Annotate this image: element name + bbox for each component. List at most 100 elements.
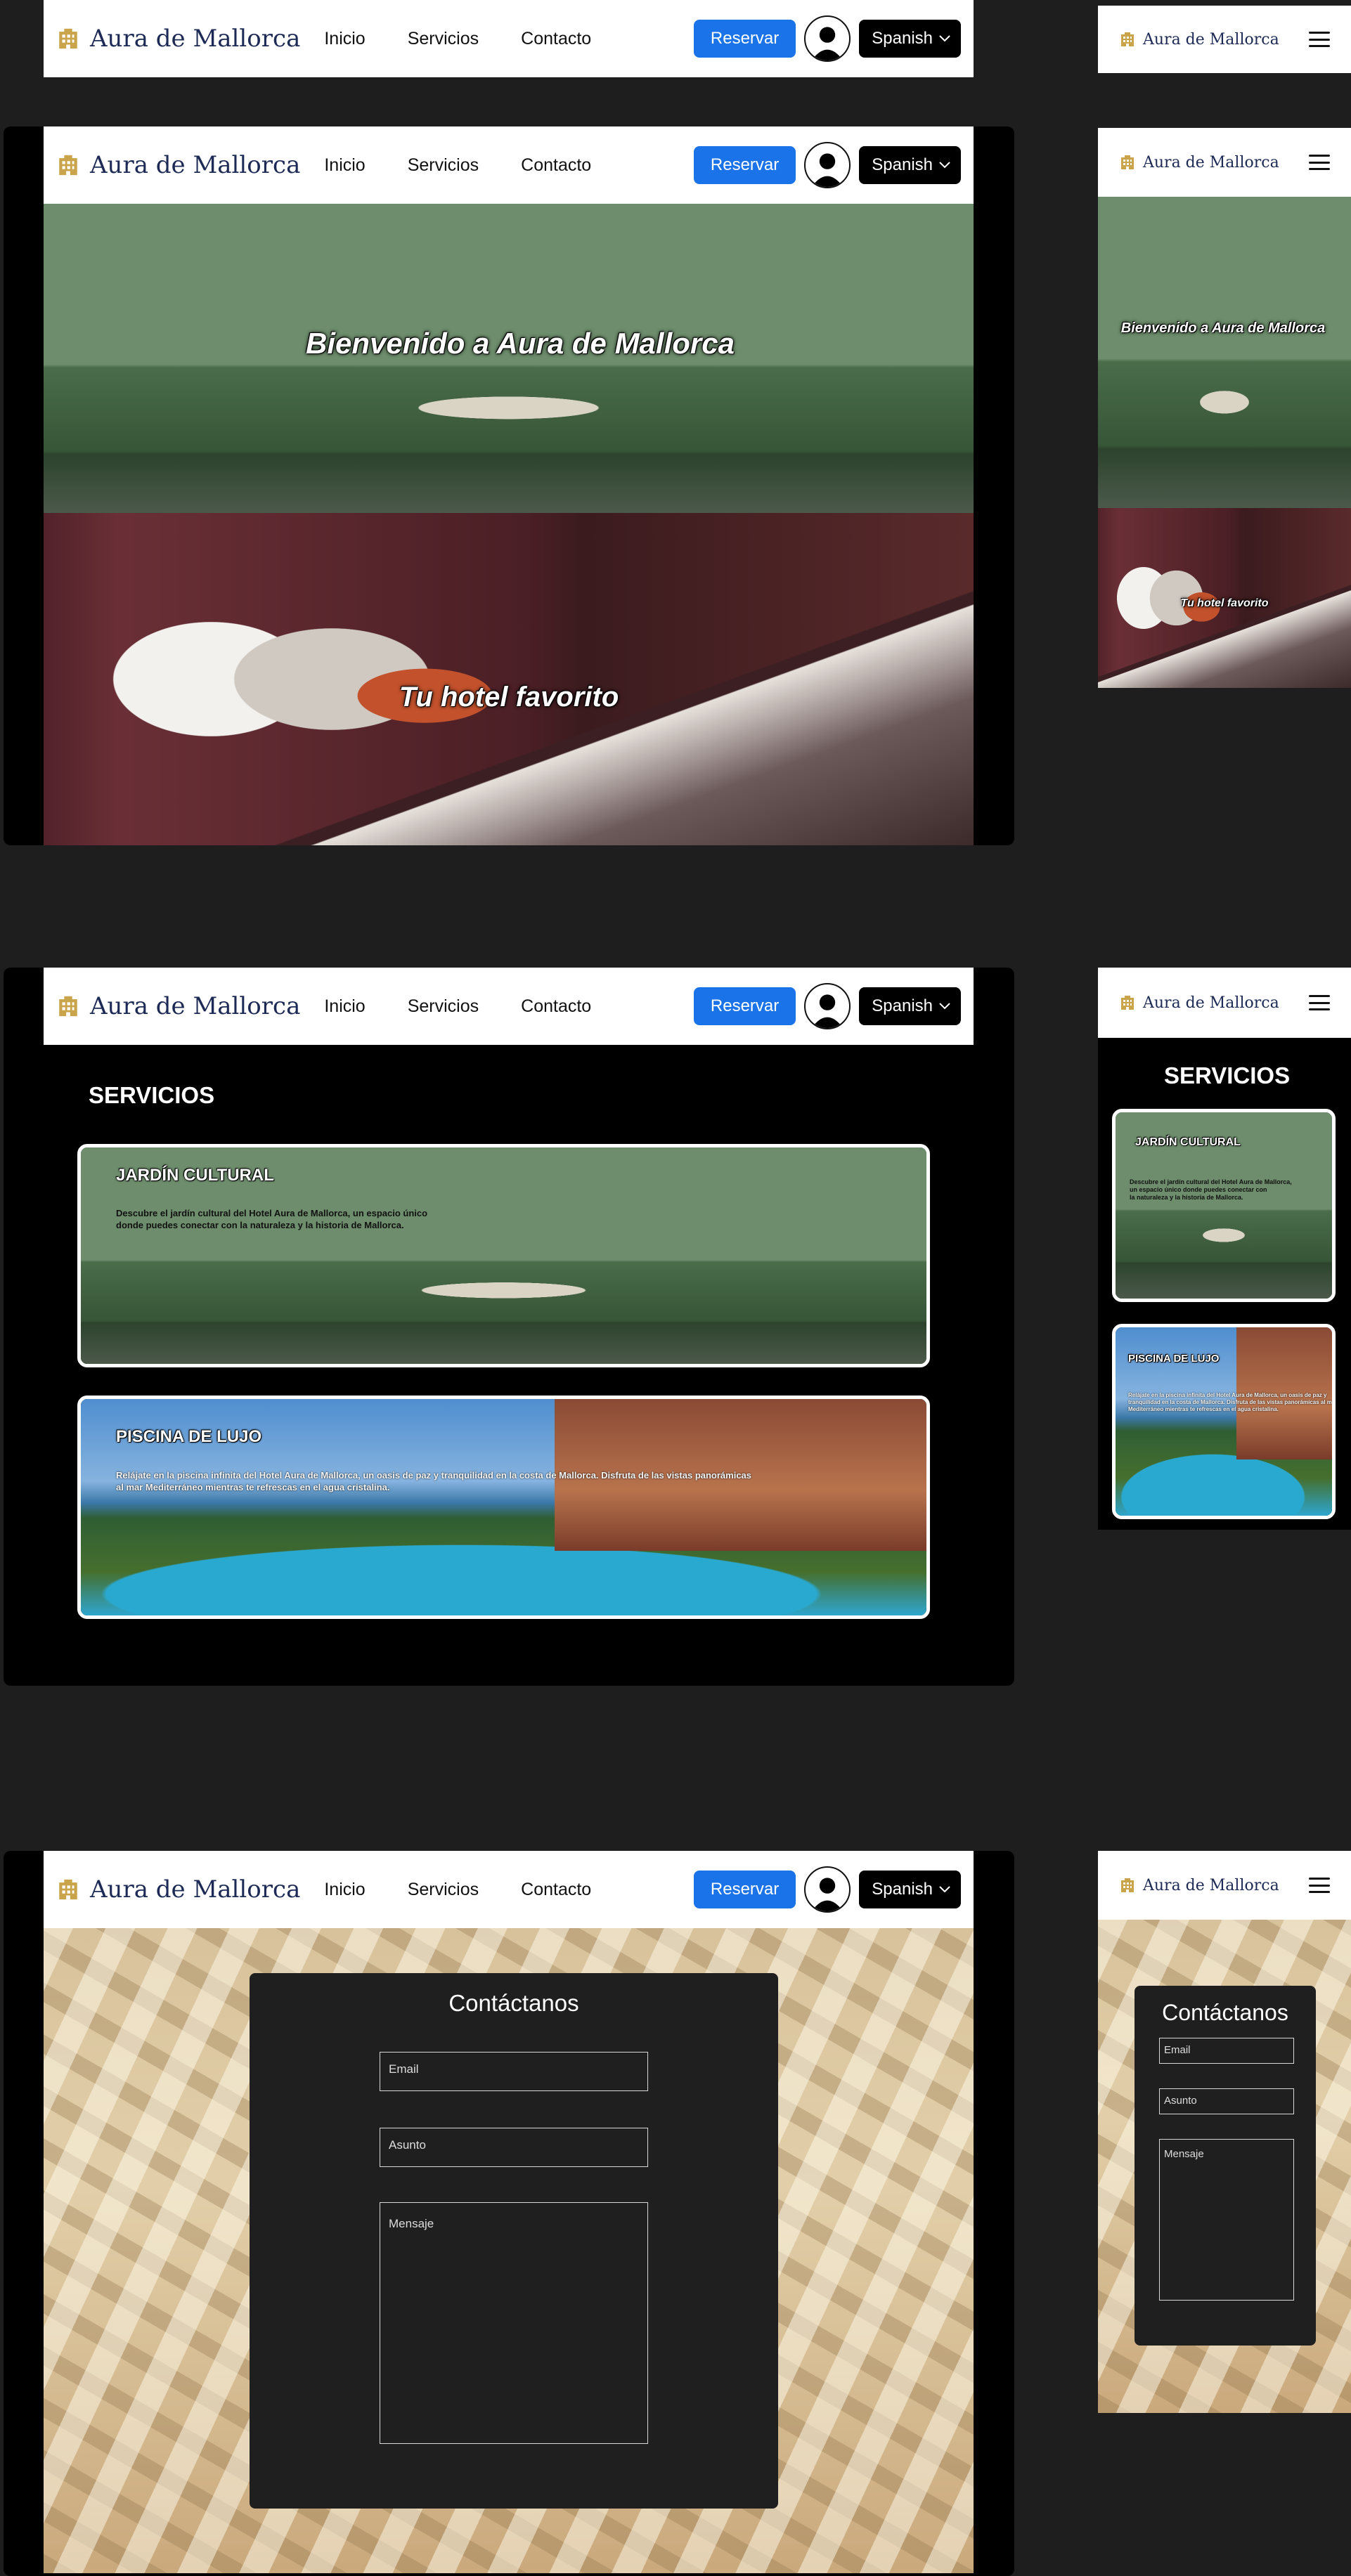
language-select[interactable]: Spanish bbox=[859, 987, 961, 1025]
nav-link-contacto[interactable]: Contacto bbox=[521, 1880, 591, 1900]
language-select[interactable]: Spanish bbox=[859, 146, 961, 184]
nav-links: Inicio Servicios Contacto bbox=[324, 1880, 633, 1900]
reservar-button[interactable]: Reservar bbox=[693, 1871, 796, 1908]
mobile-contact-form-panel: Contáctanos Email Asunto Mensaje bbox=[1135, 1986, 1316, 2346]
mobile-contact-title: Contáctanos bbox=[1162, 2000, 1288, 2025]
language-label: Spanish bbox=[872, 1880, 933, 1899]
hotel-logo-icon bbox=[59, 155, 77, 176]
nav-link-inicio[interactable]: Inicio bbox=[324, 29, 365, 49]
brand-logo-mobile[interactable]: Aura de Mallorca bbox=[1119, 1877, 1279, 1894]
nav-link-contacto[interactable]: Contacto bbox=[521, 155, 591, 176]
nav-link-inicio[interactable]: Inicio bbox=[324, 155, 365, 176]
nav-link-servicios[interactable]: Servicios bbox=[408, 996, 479, 1017]
nav-link-inicio[interactable]: Inicio bbox=[324, 1880, 365, 1900]
hero-tagline-text: Tu hotel favorito bbox=[399, 682, 619, 713]
nav-link-inicio[interactable]: Inicio bbox=[324, 996, 365, 1017]
mobile-hero-welcome-text: Bienvenido a Aura de Mallorca bbox=[1120, 320, 1326, 336]
email-placeholder: Email bbox=[389, 2062, 419, 2076]
nav-link-servicios[interactable]: Servicios bbox=[408, 1880, 479, 1900]
brand-logo[interactable]: Aura de Mallorca bbox=[56, 25, 300, 53]
mobile-service-garden-title: JARDÍN CULTURAL bbox=[1135, 1136, 1241, 1148]
hero-welcome-text: Bienvenido a Aura de Mallorca bbox=[306, 327, 735, 360]
brand-name: Aura de Mallorca bbox=[1143, 994, 1279, 1012]
mobile-service-card-garden[interactable]: JARDÍN CULTURAL Descubre el jardín cultu… bbox=[1112, 1109, 1336, 1302]
user-avatar-icon[interactable] bbox=[804, 983, 851, 1029]
service-pool-title: PISCINA DE LUJO bbox=[116, 1427, 262, 1446]
brand-name: Aura de Mallorca bbox=[1143, 1876, 1279, 1894]
brand-name: Aura de Mallorca bbox=[90, 25, 301, 53]
hamburger-menu-icon[interactable] bbox=[1309, 32, 1330, 47]
language-label: Spanish bbox=[872, 155, 933, 174]
mobile-hero-tagline-text: Tu hotel favorito bbox=[1180, 597, 1269, 609]
hotel-logo-icon bbox=[1121, 996, 1134, 1010]
mobile-subject-placeholder: Asunto bbox=[1164, 2095, 1197, 2107]
brand-logo[interactable]: Aura de Mallorca bbox=[56, 151, 300, 179]
nav-links: Inicio Servicios Contacto bbox=[324, 155, 633, 176]
language-select[interactable]: Spanish bbox=[859, 1871, 961, 1908]
mobile-nav-hero: Aura de Mallorca bbox=[1098, 128, 1351, 197]
service-card-pool[interactable]: PISCINA DE LUJO Relájate en la piscina i… bbox=[77, 1396, 930, 1619]
hamburger-menu-icon[interactable] bbox=[1309, 155, 1330, 170]
service-garden-title: JARDÍN CULTURAL bbox=[116, 1166, 274, 1185]
language-label: Spanish bbox=[872, 29, 933, 48]
chevron-down-icon bbox=[939, 1886, 950, 1893]
mobile-subject-field[interactable]: Asunto bbox=[1159, 2088, 1294, 2114]
contact-title: Contáctanos bbox=[448, 1990, 579, 2016]
contact-form-panel: Contáctanos Email Asunto Mensaje bbox=[250, 1973, 778, 2509]
hotel-logo-icon bbox=[59, 28, 77, 49]
nav-link-contacto[interactable]: Contacto bbox=[521, 29, 591, 49]
desktop-nav-top: Aura de Mallorca Inicio Servicios Contac… bbox=[44, 0, 974, 77]
mobile-services-title: SERVICIOS bbox=[1164, 1062, 1291, 1088]
brand-logo-mobile[interactable]: Aura de Mallorca bbox=[1119, 31, 1279, 48]
reservar-button[interactable]: Reservar bbox=[693, 146, 796, 184]
chevron-down-icon bbox=[939, 162, 950, 169]
hotel-logo-icon bbox=[1121, 1878, 1134, 1892]
reservar-button[interactable]: Reservar bbox=[693, 987, 796, 1025]
brand-name: Aura de Mallorca bbox=[90, 1875, 301, 1904]
hotel-logo-icon bbox=[59, 1879, 77, 1900]
brand-name: Aura de Mallorca bbox=[90, 992, 301, 1020]
mobile-email-field[interactable]: Email bbox=[1159, 2038, 1294, 2064]
nav-link-servicios[interactable]: Servicios bbox=[408, 29, 479, 49]
mobile-nav-services: Aura de Mallorca bbox=[1098, 968, 1351, 1038]
subject-placeholder: Asunto bbox=[389, 2138, 426, 2152]
nav-links: Inicio Servicios Contacto bbox=[324, 29, 633, 49]
reservar-button[interactable]: Reservar bbox=[693, 20, 796, 58]
mobile-service-pool-desc-1: Relájate en la piscina infinita del Hote… bbox=[1128, 1392, 1327, 1398]
user-avatar-icon[interactable] bbox=[804, 142, 851, 188]
chevron-down-icon bbox=[939, 1003, 950, 1010]
brand-logo-mobile[interactable]: Aura de Mallorca bbox=[1119, 154, 1279, 171]
service-pool-desc-2: al mar Mediterráneo mientras te refresca… bbox=[116, 1482, 390, 1492]
user-avatar-icon[interactable] bbox=[804, 15, 851, 62]
nav-link-contacto[interactable]: Contacto bbox=[521, 996, 591, 1017]
mobile-nav-contact: Aura de Mallorca bbox=[1098, 1851, 1351, 1920]
mobile-service-garden-desc-1: Descubre el jardín cultural del Hotel Au… bbox=[1130, 1178, 1292, 1185]
language-label: Spanish bbox=[872, 996, 933, 1015]
services-title: SERVICIOS bbox=[89, 1082, 215, 1108]
mobile-service-pool-title: PISCINA DE LUJO bbox=[1128, 1353, 1220, 1365]
hamburger-menu-icon[interactable] bbox=[1309, 995, 1330, 1010]
user-avatar-icon[interactable] bbox=[804, 1866, 851, 1913]
mobile-service-card-pool[interactable]: PISCINA DE LUJO Relájate en la piscina i… bbox=[1112, 1324, 1336, 1519]
brand-logo[interactable]: Aura de Mallorca bbox=[56, 1875, 300, 1904]
language-select[interactable]: Spanish bbox=[859, 20, 961, 58]
hamburger-menu-icon[interactable] bbox=[1309, 1878, 1330, 1893]
desktop-nav-services: Aura de Mallorca Inicio Servicios Contac… bbox=[44, 968, 974, 1045]
mobile-email-placeholder: Email bbox=[1164, 2044, 1191, 2056]
brand-name: Aura de Mallorca bbox=[1143, 153, 1279, 171]
mobile-nav-top: Aura de Mallorca bbox=[1098, 6, 1351, 73]
nav-link-servicios[interactable]: Servicios bbox=[408, 155, 479, 176]
message-field[interactable]: Mensaje bbox=[380, 2202, 648, 2444]
service-garden-desc-2: donde puedes conectar con la naturaleza … bbox=[116, 1220, 404, 1230]
chevron-down-icon bbox=[939, 35, 950, 42]
brand-logo-mobile[interactable]: Aura de Mallorca bbox=[1119, 994, 1279, 1012]
hero-bedroom-image bbox=[44, 513, 974, 845]
hotel-logo-icon bbox=[59, 996, 77, 1017]
service-pool-desc-1: Relájate en la piscina infinita del Hote… bbox=[116, 1470, 752, 1481]
service-card-garden[interactable]: JARDÍN CULTURAL Descubre el jardín cultu… bbox=[77, 1144, 930, 1367]
mobile-message-field[interactable]: Mensaje bbox=[1159, 2139, 1294, 2301]
subject-field[interactable]: Asunto bbox=[380, 2128, 648, 2167]
email-field[interactable]: Email bbox=[380, 2052, 648, 2091]
brand-logo[interactable]: Aura de Mallorca bbox=[56, 992, 300, 1020]
mobile-service-pool-desc-2: tranquilidad en la costa de Mallorca. Di… bbox=[1128, 1399, 1336, 1405]
